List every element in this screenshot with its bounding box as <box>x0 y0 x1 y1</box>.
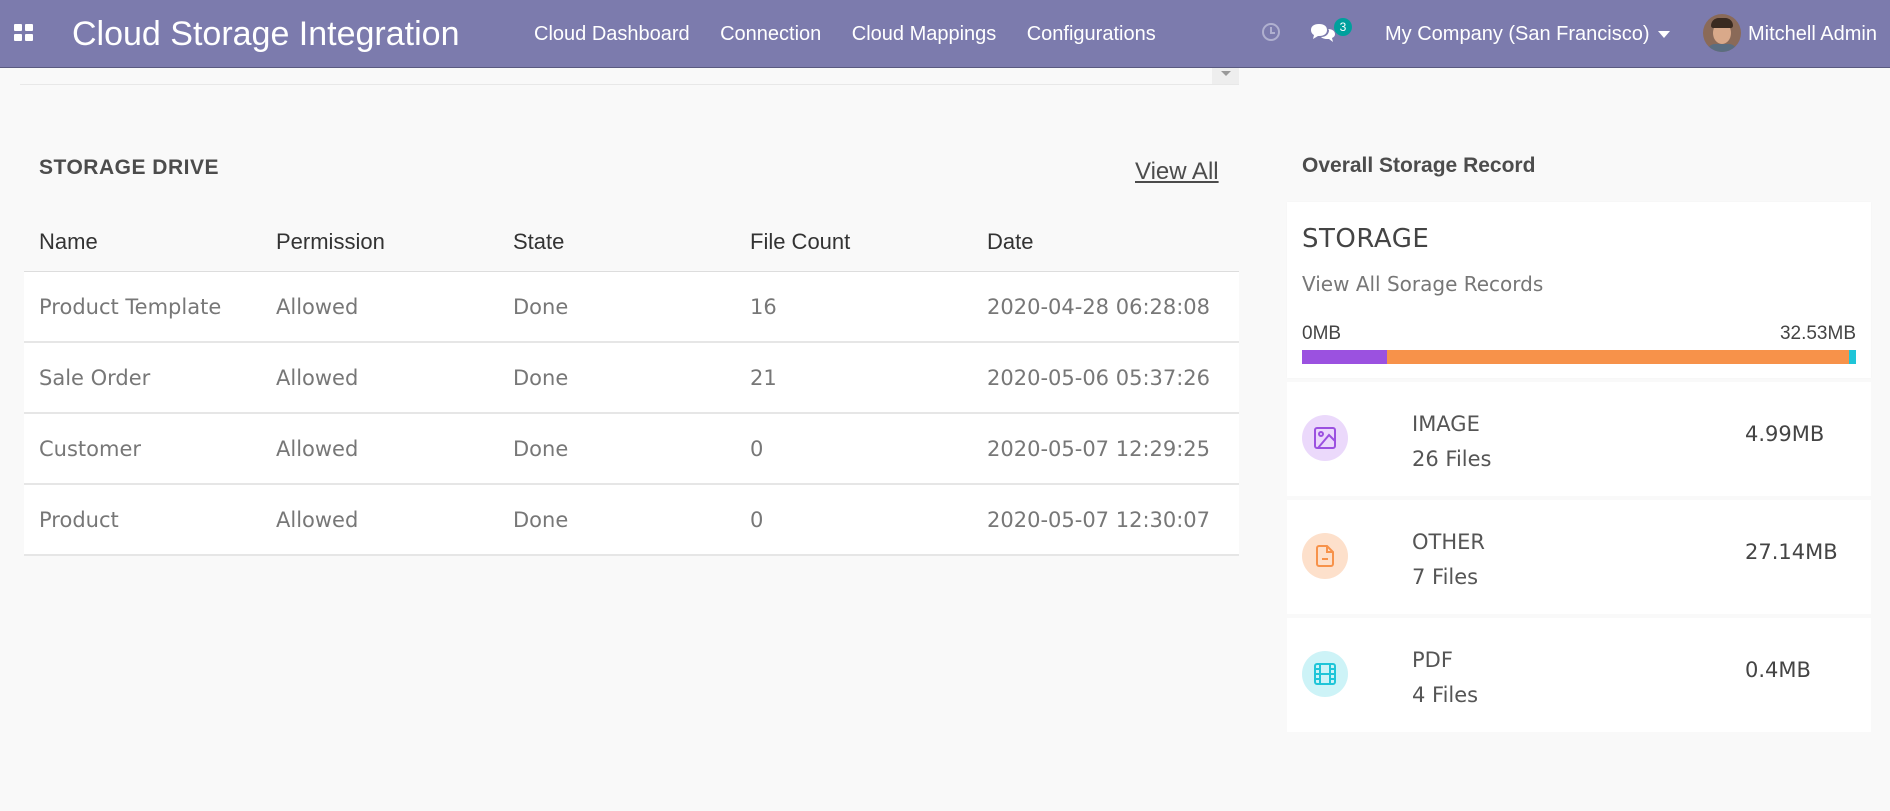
cell-date: 2020-05-07 12:30:07 <box>972 484 1239 556</box>
cell-file-count: 0 <box>735 413 972 485</box>
cell-date: 2020-05-06 05:37:26 <box>972 342 1239 414</box>
column-header-name: Name <box>24 212 261 272</box>
table-row[interactable]: Customer Allowed Done 0 2020-05-07 12:29… <box>24 413 1239 485</box>
column-header-permission: Permission <box>261 212 498 272</box>
view-all-link[interactable]: View All <box>1135 158 1219 186</box>
cell-file-count: 16 <box>735 271 972 343</box>
top-navbar: Cloud Storage Integration Cloud Dashboar… <box>0 0 1890 68</box>
activity-clock-icon[interactable] <box>1262 23 1280 41</box>
cell-state: Done <box>498 271 735 343</box>
control-panel-bar <box>20 68 1239 85</box>
column-header-file-count: File Count <box>735 212 972 272</box>
storage-type-name: OTHER <box>1412 530 1486 554</box>
cell-permission: Allowed <box>261 342 498 414</box>
cell-file-count: 0 <box>735 484 972 556</box>
film-icon <box>1302 651 1348 697</box>
storage-drive-table: Name Permission State File Count Date Pr… <box>24 212 1239 556</box>
overall-storage-title: Overall Storage Record <box>1302 154 1536 177</box>
cell-name: Product <box>24 484 261 556</box>
usage-bar-segment-image <box>1302 350 1387 364</box>
storage-type-name: IMAGE <box>1412 412 1480 436</box>
table-row[interactable]: Product Template Allowed Done 16 2020-04… <box>24 271 1239 343</box>
column-header-state: State <box>498 212 735 272</box>
table-row[interactable]: Product Allowed Done 0 2020-05-07 12:30:… <box>24 484 1239 556</box>
usage-bar-max-label: 32.53MB <box>1779 323 1856 344</box>
menu-configurations[interactable]: Configurations <box>1027 23 1156 46</box>
cell-state: Done <box>498 342 735 414</box>
storage-drive-title: STORAGE DRIVE <box>39 156 219 179</box>
menu-connection[interactable]: Connection <box>720 23 821 46</box>
storage-type-size: 0.4MB <box>1745 658 1811 682</box>
cell-state: Done <box>498 484 735 556</box>
menu-cloud-dashboard[interactable]: Cloud Dashboard <box>534 23 690 46</box>
storage-type-size: 27.14MB <box>1745 540 1838 564</box>
storage-type-file-count: 4 Files <box>1412 683 1479 707</box>
storage-heading: STORAGE <box>1302 224 1430 254</box>
view-storage-records-link[interactable]: View All Sorage Records <box>1302 272 1543 296</box>
storage-type-file-count: 26 Files <box>1412 447 1492 471</box>
cell-permission: Allowed <box>261 484 498 556</box>
avatar <box>1703 14 1741 52</box>
cell-file-count: 21 <box>735 342 972 414</box>
storage-type-file-count: 7 Files <box>1412 565 1479 589</box>
storage-summary-card: STORAGE View All Sorage Records 0MB 32.5… <box>1287 202 1871 378</box>
cell-state: Done <box>498 413 735 485</box>
table-row[interactable]: Sale Order Allowed Done 21 2020-05-06 05… <box>24 342 1239 414</box>
cell-name: Product Template <box>24 271 261 343</box>
table-header-row: Name Permission State File Count Date <box>24 212 1239 272</box>
storage-type-image[interactable]: IMAGE 26 Files 4.99MB <box>1287 382 1871 496</box>
main-menu: Cloud Dashboard Connection Cloud Mapping… <box>534 23 1182 47</box>
company-switcher[interactable]: My Company (San Francisco) <box>1385 23 1670 46</box>
cell-permission: Allowed <box>261 271 498 343</box>
image-icon <box>1302 415 1348 461</box>
storage-type-name: PDF <box>1412 648 1453 672</box>
cell-permission: Allowed <box>261 413 498 485</box>
storage-type-size: 4.99MB <box>1745 422 1825 446</box>
document-icon <box>1302 533 1348 579</box>
cell-name: Sale Order <box>24 342 261 414</box>
usage-bar-segment-pdf <box>1849 350 1856 364</box>
column-header-date: Date <box>972 212 1239 272</box>
storage-type-other[interactable]: OTHER 7 Files 27.14MB <box>1287 500 1871 614</box>
cell-date: 2020-05-07 12:29:25 <box>972 413 1239 485</box>
storage-type-pdf[interactable]: PDF 4 Files 0.4MB <box>1287 618 1871 732</box>
app-title: Cloud Storage Integration <box>72 15 460 53</box>
messages-count-badge: 3 <box>1334 18 1352 36</box>
company-name: My Company (San Francisco) <box>1385 23 1650 45</box>
messaging-icon[interactable] <box>1310 22 1336 44</box>
chevron-down-icon <box>1657 31 1670 39</box>
usage-bar-segment-other <box>1386 350 1850 364</box>
menu-cloud-mappings[interactable]: Cloud Mappings <box>852 23 997 46</box>
apps-menu-icon[interactable] <box>14 24 34 44</box>
cell-date: 2020-04-28 06:28:08 <box>972 271 1239 343</box>
storage-usage-bar <box>1302 350 1856 364</box>
caret-down-icon[interactable] <box>1212 68 1239 84</box>
cell-name: Customer <box>24 413 261 485</box>
usage-bar-min-label: 0MB <box>1302 323 1342 344</box>
user-name: Mitchell Admin <box>1748 23 1877 45</box>
